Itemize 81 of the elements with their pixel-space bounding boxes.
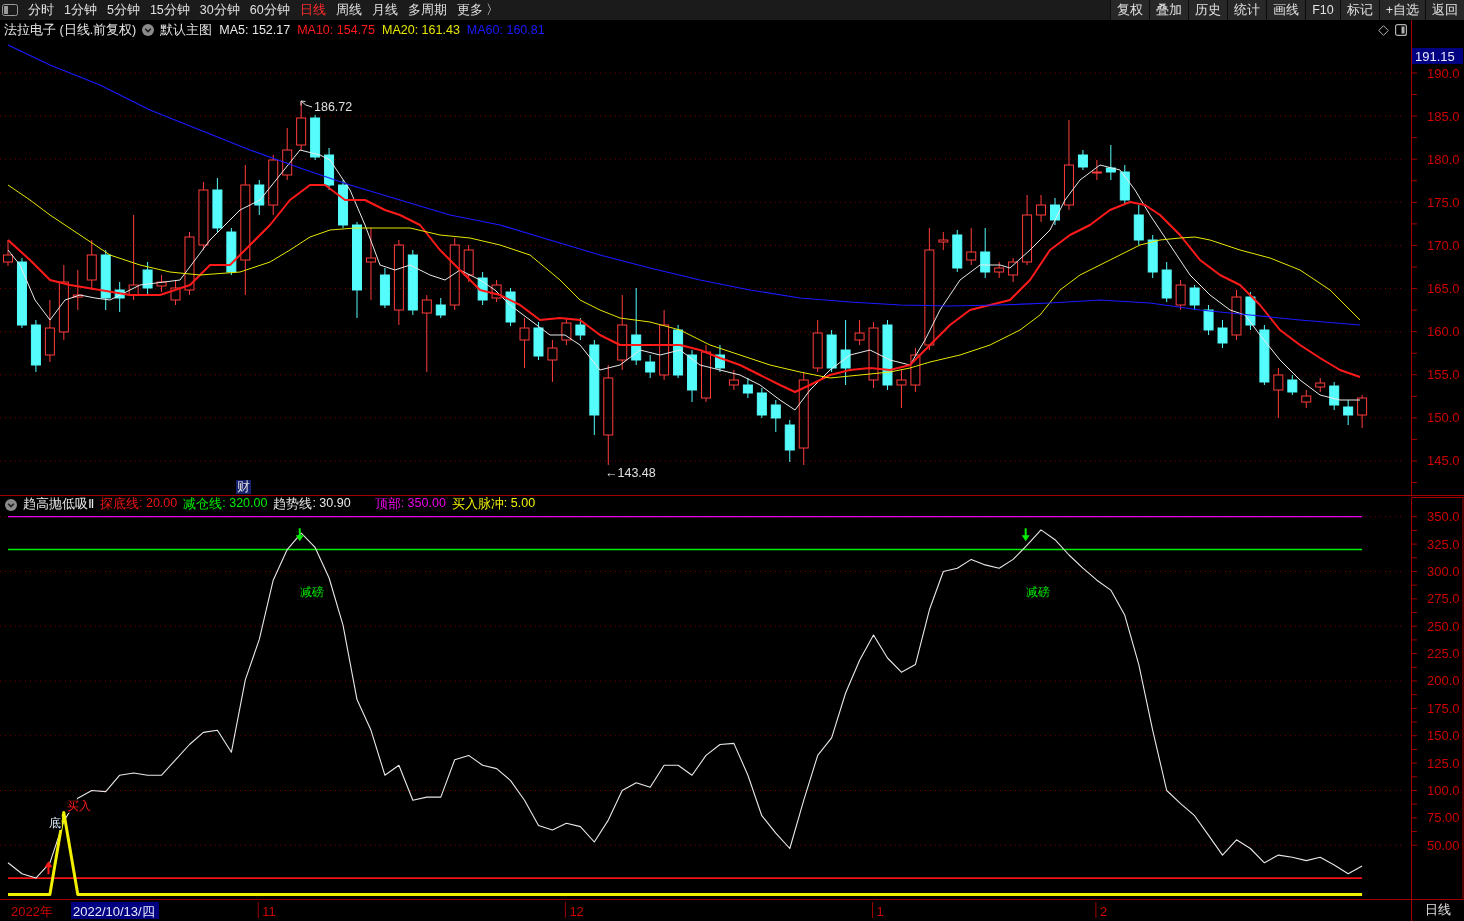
sidebar-toggle-icon[interactable] xyxy=(2,4,18,16)
legend-series-value: : 20.00 xyxy=(139,496,178,512)
date-axis-label: 11 xyxy=(262,903,276,919)
up-arrow-icon xyxy=(44,861,53,875)
indicator-title[interactable]: 趋高抛低吸Ⅱ xyxy=(23,496,94,513)
toolbar-button[interactable]: 标记 xyxy=(1339,0,1379,20)
toolbar-button[interactable]: 叠加 xyxy=(1149,0,1189,20)
period-tab[interactable]: 1分钟 xyxy=(64,0,97,20)
price-axis-label: 175.0 xyxy=(1427,194,1460,210)
pointer-arrow-icon xyxy=(300,100,313,108)
indicator-axis-label: 75.00 xyxy=(1427,810,1460,826)
dropdown-chevron-icon[interactable] xyxy=(142,24,155,36)
last-price-tag: 191.15 xyxy=(1412,48,1463,64)
indicator-axis-label: 150.0 xyxy=(1427,728,1460,744)
signal-label: 减磅 xyxy=(300,585,325,600)
toolbar-button[interactable]: 返回 xyxy=(1425,0,1464,20)
indicator-axis-label: 100.0 xyxy=(1427,783,1460,798)
ma-legend-text: MA10: 154.75 xyxy=(297,23,375,37)
indicator-axis-label: 50.00 xyxy=(1427,837,1460,853)
period-tab[interactable]: 多周期 xyxy=(407,0,447,20)
legend-series-value: : 320.00 xyxy=(222,496,268,512)
period-tab[interactable]: 日线 xyxy=(299,0,326,20)
stock-title: 法拉电子 (日线.前复权) xyxy=(4,21,137,39)
legend-series-value: : 350.00 xyxy=(400,496,446,512)
price-axis-label: 150.0 xyxy=(1427,410,1460,426)
low-price-label: ←143.48 xyxy=(605,466,656,480)
down-arrow-icon xyxy=(295,528,304,542)
period-tab[interactable]: 更多 〉 xyxy=(456,0,500,20)
ma-legend-text: MA20: 161.43 xyxy=(382,23,460,37)
period-tab[interactable]: 60分钟 xyxy=(249,0,290,20)
indicator-axis-label: 200.0 xyxy=(1427,673,1460,689)
down-arrow-icon xyxy=(1021,528,1030,542)
period-tab[interactable]: 30分钟 xyxy=(199,0,240,20)
toolbar-button[interactable]: F10 xyxy=(1305,0,1340,20)
toolbar-button[interactable]: 历史 xyxy=(1188,0,1228,20)
ma-legend-text: MA60: 160.81 xyxy=(466,23,545,37)
indicator-axis-label: 125.0 xyxy=(1427,755,1460,771)
indicator-axis-label: 350.0 xyxy=(1427,509,1460,525)
price-axis-label: 145.0 xyxy=(1427,453,1460,469)
toolbar-button[interactable]: 画线 xyxy=(1266,0,1306,20)
period-tab[interactable]: 5分钟 xyxy=(106,0,140,20)
period-label: 日线 xyxy=(1411,900,1464,921)
price-axis-label: 160.0 xyxy=(1427,324,1460,340)
date-axis-label: 2 xyxy=(1099,903,1108,919)
legend-series-name: 探底线 xyxy=(100,496,139,513)
indicator-axis-label: 325.0 xyxy=(1427,536,1460,552)
cursor-date-tag: 2022/10/13/四 xyxy=(71,902,159,919)
legend-series-name: 顶部 xyxy=(374,496,401,513)
toolbar-button[interactable]: +自选 xyxy=(1378,0,1425,20)
indicator-axis-label: 175.0 xyxy=(1427,700,1460,716)
template-label[interactable]: 默认主图 xyxy=(160,21,213,39)
toolbar-button[interactable]: 统计 xyxy=(1227,0,1267,20)
legend-series-value: : 30.90 xyxy=(312,496,351,512)
diamond-icon[interactable] xyxy=(1378,24,1389,36)
legend-series-value: : 5.00 xyxy=(503,496,536,512)
period-tab[interactable]: 周线 xyxy=(335,0,362,20)
signal-label: 底 xyxy=(49,816,62,831)
price-axis-label: 165.0 xyxy=(1427,281,1460,297)
panel-toggle-icon[interactable] xyxy=(1395,24,1407,36)
price-axis-label: 155.0 xyxy=(1427,367,1460,383)
price-axis-label: 170.0 xyxy=(1427,237,1460,253)
finance-badge[interactable]: 财 xyxy=(236,480,251,494)
period-tab[interactable]: 分时 xyxy=(28,0,54,20)
price-axis-label: 180.0 xyxy=(1427,151,1460,167)
period-tab[interactable]: 月线 xyxy=(371,0,398,20)
price-axis-label: 190.0 xyxy=(1427,65,1460,81)
signal-label: 减磅 xyxy=(1026,585,1051,600)
indicator-axis-label: 225.0 xyxy=(1427,646,1460,662)
indicator-axis-label: 250.0 xyxy=(1427,618,1460,634)
high-price-label: 186.72 xyxy=(314,100,353,114)
ma-legend-text: MA5: 152.17 xyxy=(219,23,291,37)
indicator-axis-label: 275.0 xyxy=(1427,591,1460,607)
indicator-axis-label: 300.0 xyxy=(1427,563,1460,579)
date-axis-label: 1 xyxy=(876,903,884,919)
toolbar-button[interactable]: 复权 xyxy=(1110,0,1150,20)
date-axis-label: 2022年 xyxy=(11,903,53,919)
date-axis-label: 12 xyxy=(569,903,584,919)
dropdown-chevron-icon[interactable] xyxy=(5,498,17,511)
legend-series-name: 买入脉冲 xyxy=(451,496,504,513)
period-tab[interactable]: 15分钟 xyxy=(149,0,190,20)
price-axis-label: 185.0 xyxy=(1427,108,1460,124)
